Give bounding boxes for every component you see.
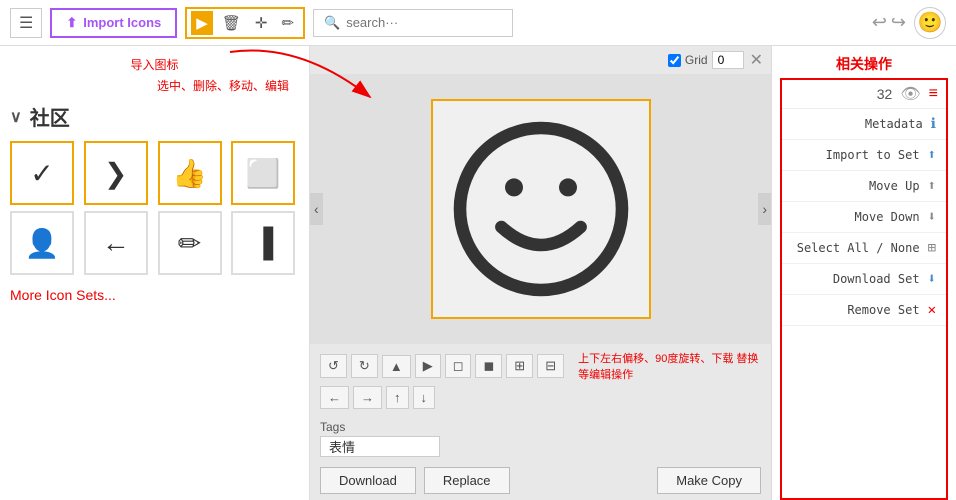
fill-button[interactable]: ◼ <box>475 354 502 378</box>
section-header: ∨ 社区 <box>10 102 299 131</box>
left-panel: 导入图标 选中、删除、移动、编辑 ∨ 社区 ✓ ❯ 👍 ⬜ 👤 ← ✏ ▐ Mo… <box>0 46 310 500</box>
move-left-button[interactable]: ← <box>320 386 349 409</box>
move-tool-button[interactable]: ✛ <box>250 11 273 35</box>
undo-redo-group: ↩ ↪ <box>872 12 906 33</box>
rp-metadata-label: Metadata <box>865 117 923 131</box>
icon-cell-partial2[interactable]: ▐ <box>231 211 295 275</box>
flip-up-button[interactable]: ▲ <box>382 355 411 378</box>
make-copy-button[interactable]: Make Copy <box>657 467 761 494</box>
undo-button[interactable]: ↩ <box>872 12 887 33</box>
rp-removeset-icon: ✕ <box>928 302 936 318</box>
download-button[interactable]: Download <box>320 467 416 494</box>
rp-movedown-label: Move Down <box>855 210 920 224</box>
delete-tool-button[interactable]: 🗑 <box>217 11 246 35</box>
icon-grid: ✓ ❯ 👍 ⬜ 👤 ← ✏ ▐ <box>10 141 299 275</box>
tags-label: Tags <box>320 420 345 434</box>
tags-input[interactable] <box>320 436 440 457</box>
user-avatar[interactable]: 🙂 <box>914 7 946 39</box>
center-panel: Grid ✕ ‹ › ↺ ↻ ▲ ▶ <box>310 46 771 500</box>
rp-moveup-icon: ⬆ <box>928 178 936 194</box>
rp-downloadset-item[interactable]: Download Set ⬇ <box>782 264 946 295</box>
flip-right-button[interactable]: ▶ <box>415 354 441 378</box>
grid-label: Grid <box>685 53 708 67</box>
import-label: Import Icons <box>83 15 161 30</box>
rp-downloadset-icon: ⬇ <box>928 271 936 287</box>
rotate-cw-button[interactable]: ↻ <box>351 354 378 378</box>
rp-moveup-label: Move Up <box>869 179 920 193</box>
main-layout: 导入图标 选中、删除、移动、编辑 ∨ 社区 ✓ ❯ 👍 ⬜ 👤 ← ✏ ▐ Mo… <box>0 46 956 500</box>
replace-button[interactable]: Replace <box>424 467 510 494</box>
rp-metadata-icon: ℹ <box>931 116 936 132</box>
icon-cell-edit[interactable]: ✏ <box>158 211 222 275</box>
rp-import-item[interactable]: Import to Set ⬆ <box>782 140 946 171</box>
shrink-button[interactable]: ⊟ <box>537 354 564 378</box>
rp-metadata-item[interactable]: Metadata ℹ <box>782 109 946 140</box>
annotation-edit: 上下左右偏移、90度旋转、下载 替换等编辑操作 <box>578 350 761 382</box>
edit-tool-button[interactable]: ✏ <box>276 11 299 35</box>
annotation-tools: 选中、删除、移动、编辑 <box>10 77 299 94</box>
import-icon: ⬆ <box>66 15 77 31</box>
grid-toggle[interactable] <box>668 54 681 67</box>
action-buttons: Download Replace Make Copy <box>310 461 771 500</box>
edit-tools-row2: ← → ↑ ↓ <box>320 386 761 409</box>
icon-cell-user[interactable]: 👤 <box>10 211 74 275</box>
import-icons-button[interactable]: ⬆ Import Icons <box>50 8 177 38</box>
rp-downloadset-label: Download Set <box>833 272 920 286</box>
rp-count: 32 <box>877 86 893 102</box>
canvas-header: Grid ✕ <box>310 46 771 74</box>
icon-cell-thumbsup[interactable]: 👍 <box>158 141 222 205</box>
rp-menu-button[interactable]: ≡ <box>929 85 938 103</box>
rp-movedown-item[interactable]: Move Down ⬇ <box>782 202 946 233</box>
search-icon: 🔍 <box>324 15 340 31</box>
crop-button[interactable]: ◻ <box>445 354 472 378</box>
rp-selectall-label: Select All / None <box>797 241 920 255</box>
rp-selectall-item[interactable]: Select All / None ⊞ <box>782 233 946 264</box>
right-panel-content: 32 👁 ≡ Metadata ℹ Import to Set ⬆ Move U… <box>780 78 948 500</box>
menu-button[interactable]: ☰ <box>10 8 42 38</box>
right-panel-title: 相关操作 <box>772 46 956 78</box>
icon-cell-arrow-left[interactable]: ← <box>84 211 148 275</box>
expand-button[interactable]: ⊞ <box>506 354 533 378</box>
edit-tools-row1: ↺ ↻ ▲ ▶ ◻ ◼ ⊞ ⊟ 上下左右偏移、90度旋转、下载 替换等编辑操作 <box>320 350 761 382</box>
grid-checkbox: Grid <box>668 51 744 69</box>
canvas-next-button[interactable]: › <box>758 193 771 225</box>
more-icon-sets-link[interactable]: More Icon Sets... <box>10 287 299 303</box>
rp-moveup-item[interactable]: Move Up ⬆ <box>782 171 946 202</box>
select-tool-button[interactable]: ▶ <box>191 11 213 35</box>
rp-removeset-label: Remove Set <box>847 303 919 317</box>
tool-group: ▶ 🗑 ✛ ✏ <box>185 7 305 39</box>
section-collapse-arrow[interactable]: ∨ <box>10 107 22 127</box>
canvas-close-button[interactable]: ✕ <box>750 50 763 70</box>
rp-movedown-icon: ⬇ <box>928 209 936 225</box>
search-input[interactable] <box>346 15 502 30</box>
icon-cell-partial1[interactable]: ⬜ <box>231 141 295 205</box>
right-panel: 相关操作 32 👁 ≡ Metadata ℹ Import to Set ⬆ M… <box>771 46 956 500</box>
icon-cell-arrow-right[interactable]: ❯ <box>84 141 148 205</box>
toolbar: ☰ ⬆ Import Icons ▶ 🗑 ✛ ✏ 🔍 ↩ ↪ 🙂 <box>0 0 956 46</box>
grid-value-input[interactable] <box>712 51 744 69</box>
rp-removeset-item[interactable]: Remove Set ✕ <box>782 295 946 326</box>
redo-button[interactable]: ↪ <box>891 12 906 33</box>
rp-selectall-icon: ⊞ <box>928 240 936 256</box>
rp-import-icon: ⬆ <box>928 147 936 163</box>
move-down-button[interactable]: ↓ <box>413 386 436 409</box>
annotation-import: 导入图标 <box>10 56 299 73</box>
move-up-button[interactable]: ↑ <box>386 386 409 409</box>
rp-top-row: 32 👁 ≡ <box>782 80 946 109</box>
tags-section: Tags <box>310 415 771 461</box>
icon-cell-check[interactable]: ✓ <box>10 141 74 205</box>
canvas-inner <box>431 99 651 319</box>
canvas-area: ‹ › <box>310 74 771 344</box>
section-title: 社区 <box>30 102 70 131</box>
move-right-button[interactable]: → <box>353 386 382 409</box>
rp-import-label: Import to Set <box>826 148 920 162</box>
smiley-icon <box>451 119 631 299</box>
rp-eye-button[interactable]: 👁 <box>900 84 920 104</box>
edit-tools: ↺ ↻ ▲ ▶ ◻ ◼ ⊞ ⊟ 上下左右偏移、90度旋转、下载 替换等编辑操作 … <box>310 344 771 415</box>
search-container: 🔍 <box>313 9 513 37</box>
rotate-ccw-button[interactable]: ↺ <box>320 354 347 378</box>
canvas-prev-button[interactable]: ‹ <box>310 193 323 225</box>
